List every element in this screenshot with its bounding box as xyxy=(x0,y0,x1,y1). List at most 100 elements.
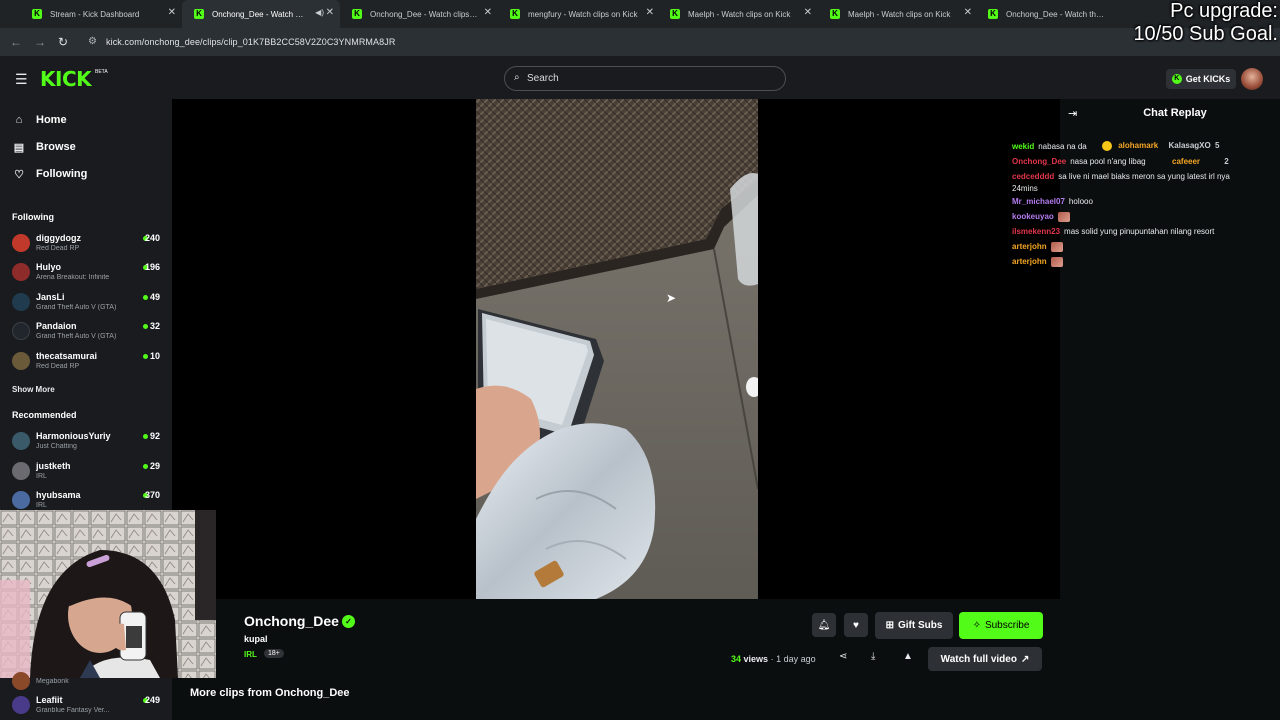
tab-label: Stream - Kick Dashboard xyxy=(50,9,140,19)
search-input[interactable] xyxy=(527,67,767,90)
chat-username[interactable]: arterjohn xyxy=(1012,257,1047,266)
chat-username[interactable]: Mr_michael07 xyxy=(1012,197,1065,206)
viewer-count: 10 xyxy=(149,351,160,361)
browser-tab[interactable]: K Stream - Kick Dashboard ✕ xyxy=(20,0,182,28)
mouse-cursor-icon: ➤ xyxy=(666,291,677,305)
show-more-link[interactable]: Show More xyxy=(12,385,55,394)
tab-label: Onchong_Dee - Watch the VOD xyxy=(1006,9,1120,19)
tab-label: Onchong_Dee - Watch clips on Kick xyxy=(370,9,492,19)
chat-username[interactable]: kookeuyao xyxy=(1012,212,1054,221)
channel-avatar xyxy=(12,696,30,714)
leaderboard-name: KalasagXO xyxy=(1168,141,1211,150)
watch-full-video-button[interactable]: Watch full video ↗ xyxy=(928,647,1042,671)
sidebar-item-home[interactable]: ⌂ Home xyxy=(12,111,67,129)
channel-game: Granblue Fantasy Ver... xyxy=(36,707,110,714)
viewer-count: 196 xyxy=(144,262,160,272)
browser-tab[interactable]: K mengfury - Watch clips on Kick ✕ xyxy=(498,0,660,28)
channel-name: Leafiit xyxy=(36,695,63,705)
channel-avatar xyxy=(12,432,30,450)
reload-icon[interactable]: ↻ xyxy=(58,35,68,49)
streamer-name[interactable]: Onchong_Dee xyxy=(244,613,339,629)
report-warning-icon[interactable]: ▲ xyxy=(903,651,913,662)
channel-game: IRL xyxy=(36,473,47,480)
close-tab-icon[interactable]: ✕ xyxy=(484,7,492,18)
close-tab-icon[interactable]: ✕ xyxy=(964,7,972,18)
follow-button[interactable]: ♥ xyxy=(844,613,868,637)
browser-tab-active[interactable]: K Onchong_Dee - Watch clips on Kick ◀) ✕ xyxy=(182,0,340,28)
chat-username[interactable]: Onchong_Dee xyxy=(1012,157,1066,166)
speaker-icon[interactable]: ◀) xyxy=(315,8,324,17)
browser-tab[interactable]: K Maelph - Watch clips on Kick ✕ xyxy=(658,0,818,28)
category-link[interactable]: IRL xyxy=(244,650,257,659)
kicks-coin-icon: K xyxy=(1171,74,1182,84)
close-tab-icon[interactable]: ✕ xyxy=(168,7,176,18)
chat-text: 24mins xyxy=(1012,184,1038,193)
star-icon: ✧ xyxy=(972,620,981,631)
channel-avatar xyxy=(12,352,30,370)
channel-name: thecatsamurai xyxy=(36,351,98,361)
gift-subs-button[interactable]: ⊞ Gift Subs xyxy=(875,612,953,639)
channel-name: hyubsama xyxy=(36,490,81,500)
site-info-icon[interactable]: ⚙ xyxy=(88,36,97,47)
chat-message-continuation: 24mins xyxy=(1012,184,1262,194)
user-avatar[interactable] xyxy=(1241,68,1263,90)
browser-tab[interactable]: K Onchong_Dee - Watch the VOD xyxy=(976,0,1126,28)
download-icon[interactable]: ⤓ xyxy=(871,651,875,662)
subscribe-button[interactable]: ✧ Subscribe xyxy=(959,612,1043,639)
forward-arrow-icon[interactable]: → xyxy=(34,35,46,49)
back-arrow-icon[interactable]: ← xyxy=(10,35,22,49)
close-tab-icon[interactable]: ✕ xyxy=(646,7,654,18)
menu-icon[interactable]: ☰ xyxy=(15,71,28,88)
site-header: ☰ KICK BETA ⌕ K Get KICKs xyxy=(0,56,1280,99)
channel-item[interactable]: HarmoniousYuriy Just Chatting 92 xyxy=(12,430,162,458)
views-count: 34 xyxy=(731,654,742,664)
chat-username[interactable]: ilsmekenn23 xyxy=(1012,227,1060,236)
chat-username[interactable]: arterjohn xyxy=(1012,242,1047,251)
browser-tab[interactable]: K Maelph - Watch clips on Kick ✕ xyxy=(818,0,978,28)
following-section-title: Following xyxy=(12,212,54,222)
clip-age: · 1 day ago xyxy=(770,654,816,664)
search-box[interactable]: ⌕ xyxy=(504,66,786,91)
viewer-count: 249 xyxy=(144,695,160,705)
channel-item[interactable]: Leafiit Granblue Fantasy Ver... 249 xyxy=(12,694,162,720)
kick-favicon-icon: K xyxy=(510,9,520,19)
browser-tab-bar: K Stream - Kick Dashboard ✕ K Onchong_De… xyxy=(0,0,1280,28)
sidebar-item-following[interactable]: ♡ Following xyxy=(12,165,87,183)
notification-bell-button[interactable]: 🔔︎ xyxy=(812,613,836,637)
channel-item[interactable]: JansLi Grand Theft Auto V (GTA) 49 xyxy=(12,291,162,319)
leaderboard-count: 5 xyxy=(1214,141,1220,150)
channel-item[interactable]: Pandaion Grand Theft Auto V (GTA) 32 xyxy=(12,320,162,348)
browser-tab[interactable]: K Onchong_Dee - Watch clips on Kick ✕ xyxy=(340,0,498,28)
gift-subs-label: Gift Subs xyxy=(897,620,943,631)
video-player[interactable]: ➤ xyxy=(172,99,1060,599)
url-field[interactable]: kick.com/onchong_dee/clips/clip_01K7BB2C… xyxy=(106,37,395,47)
recommended-section-title: Recommended xyxy=(12,410,77,420)
viewer-count: 240 xyxy=(144,233,160,243)
video-content-image xyxy=(476,99,758,599)
sidebar-item-browse[interactable]: ▤ Browse xyxy=(12,138,76,156)
kick-logo[interactable]: KICK xyxy=(40,67,92,91)
channel-name: Hulyo xyxy=(36,262,62,272)
leaderboard-row: alohamark KalasagXO 5 xyxy=(1102,138,1262,154)
channel-item[interactable]: Hulyo Arena Breakout: Infinite 196 xyxy=(12,261,162,289)
get-kicks-label: Get KICKs xyxy=(1185,74,1231,84)
video-frame[interactable]: ➤ xyxy=(476,99,758,599)
close-tab-icon[interactable]: ✕ xyxy=(326,7,334,18)
chat-username[interactable]: wekid xyxy=(1012,142,1034,151)
channel-item[interactable]: diggydogz Red Dead RP 240 xyxy=(12,232,162,260)
get-kicks-button[interactable]: K Get KICKs xyxy=(1166,69,1236,89)
close-tab-icon[interactable]: ✕ xyxy=(804,7,812,18)
channel-game: Red Dead RP xyxy=(36,363,80,370)
channel-item[interactable]: justketh IRL 29 xyxy=(12,460,162,488)
sidebar-bottom: Megabonk Leafiit Granblue Fantasy Ver...… xyxy=(0,672,172,720)
gift-icon: ⊞ xyxy=(885,620,894,631)
kick-favicon-icon: K xyxy=(32,9,42,19)
kick-favicon-icon: K xyxy=(830,9,840,19)
mature-badge: 18+ xyxy=(264,649,284,658)
search-icon: ⌕ xyxy=(514,72,520,83)
kick-favicon-icon: K xyxy=(194,9,204,19)
chat-username[interactable]: cedcedddd xyxy=(1012,172,1054,181)
channel-item[interactable]: thecatsamurai Red Dead RP 10 xyxy=(12,350,162,378)
share-icon[interactable]: ⋖ xyxy=(839,651,847,662)
channel-name: diggydogz xyxy=(36,233,81,243)
